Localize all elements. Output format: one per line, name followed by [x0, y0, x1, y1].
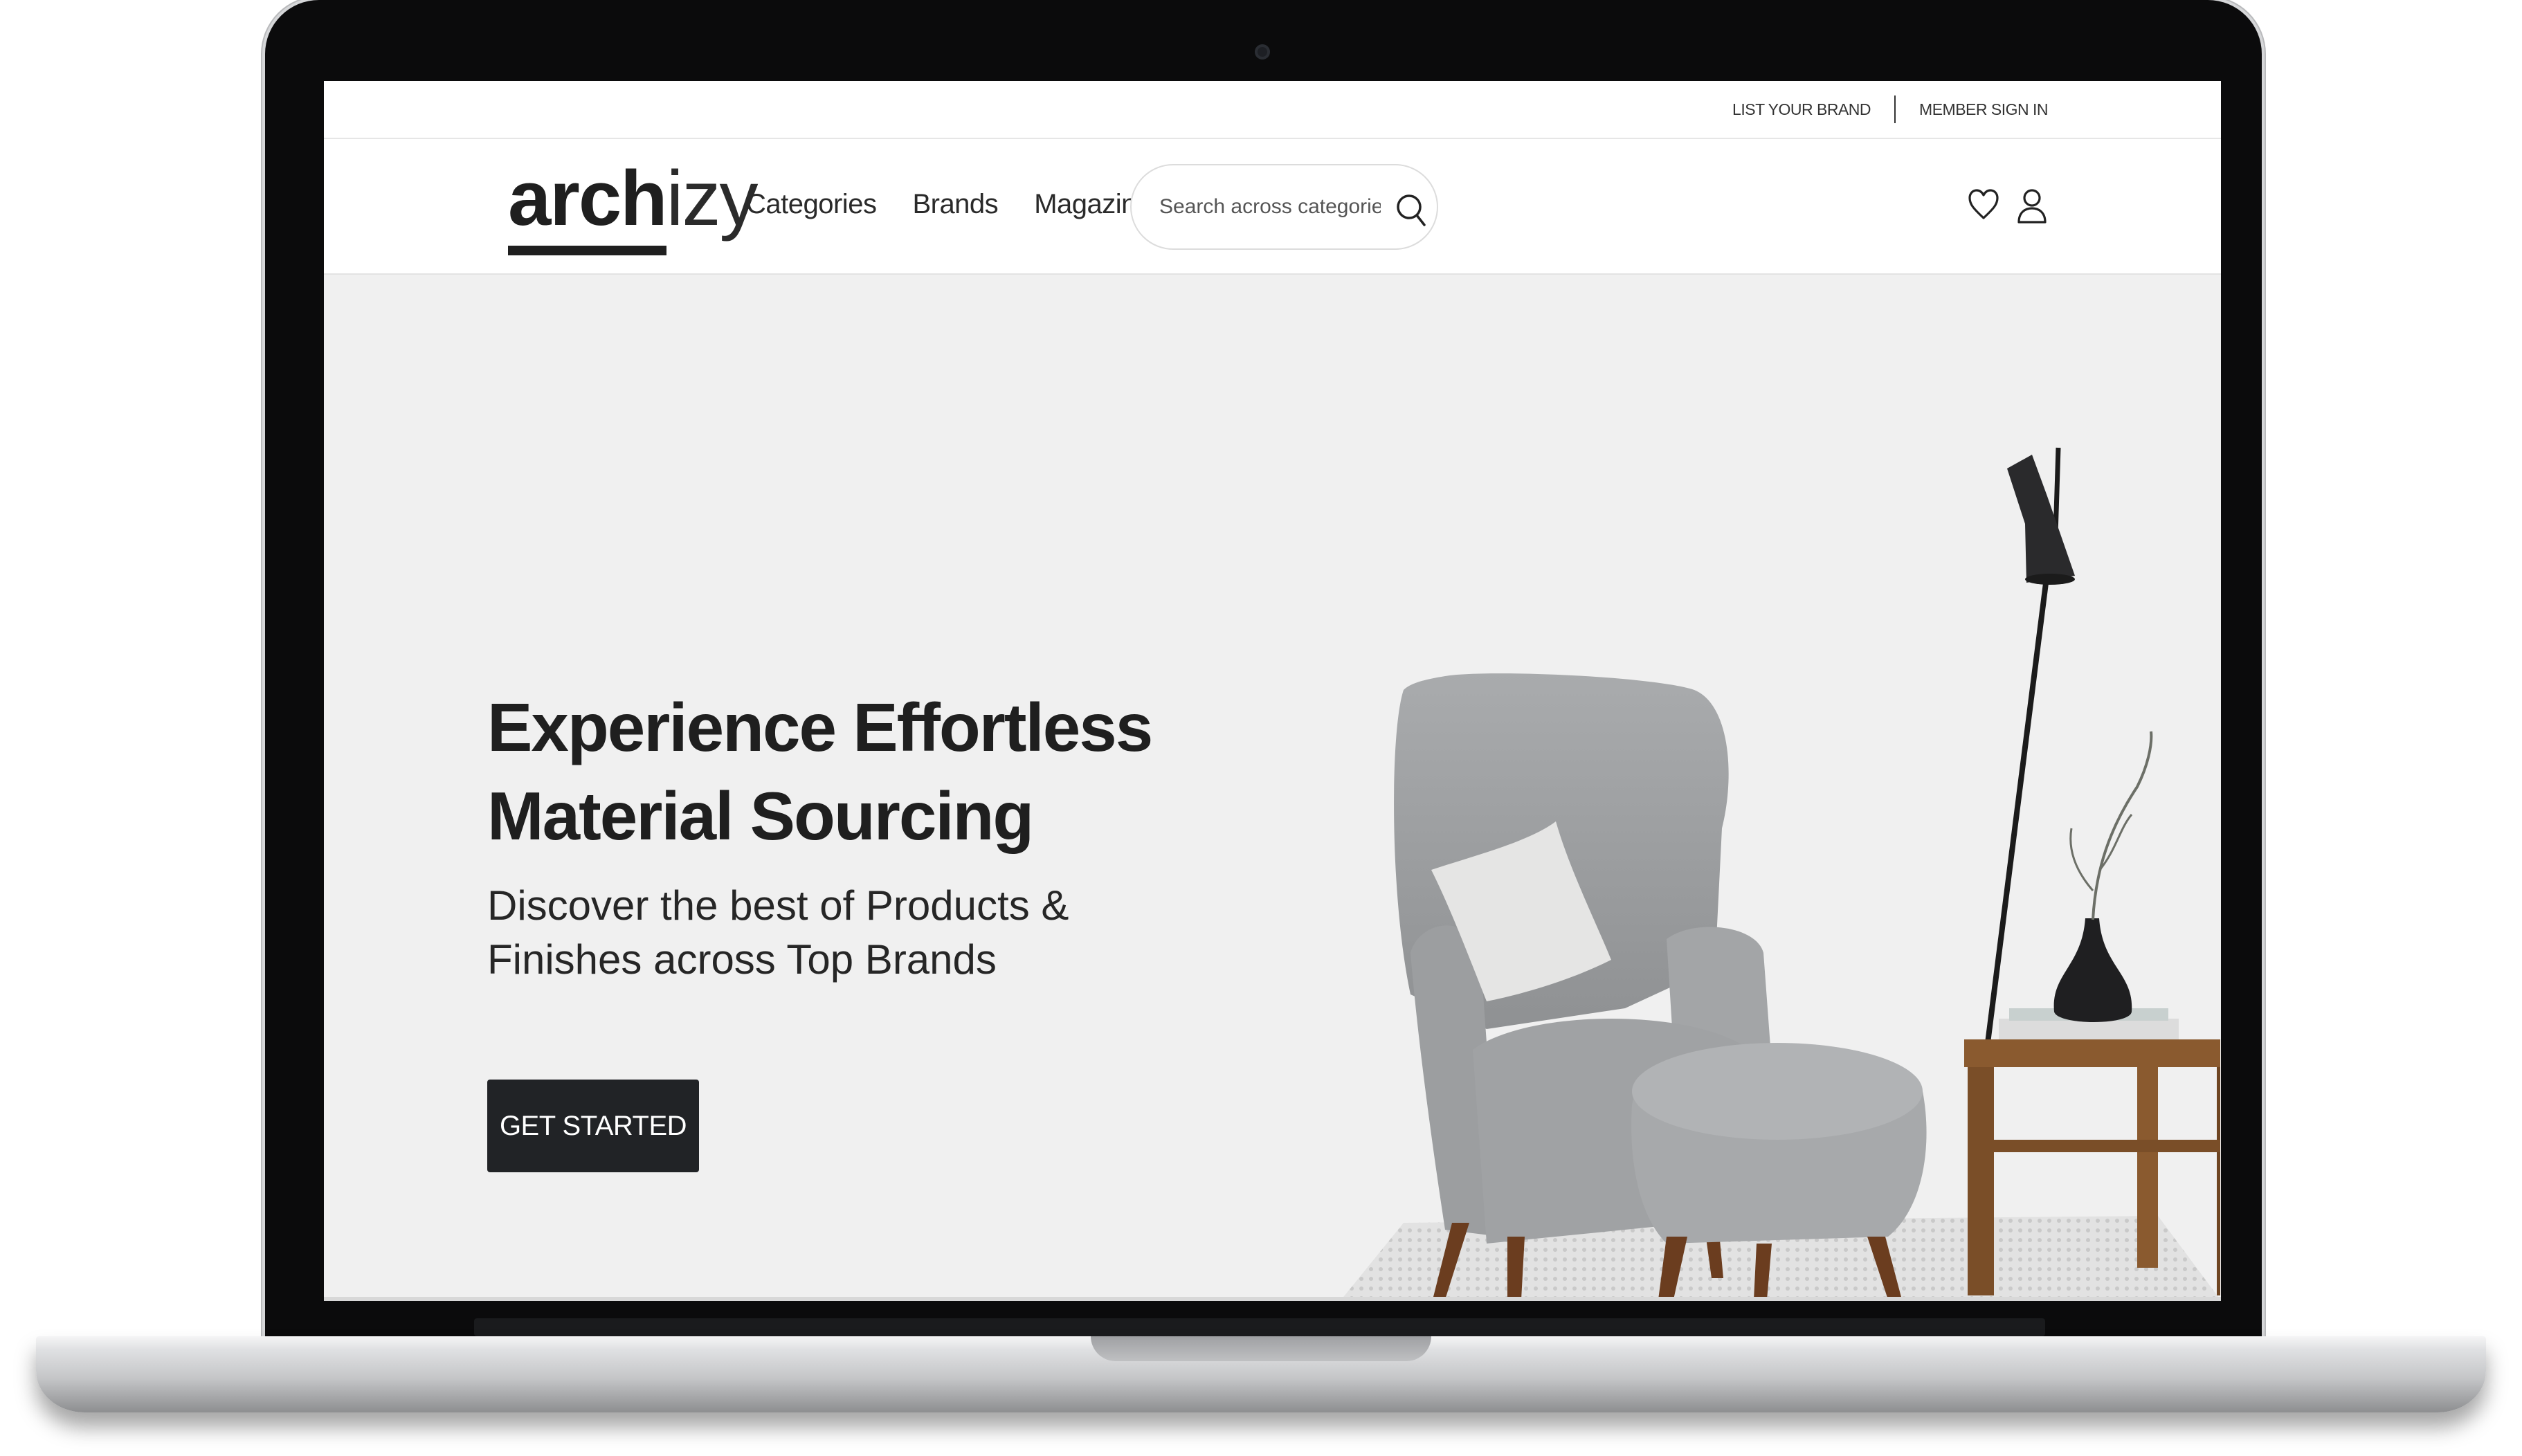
user-icon[interactable] [2016, 188, 2048, 227]
browser-screen: LIST YOUR BRAND MEMBER SIGN IN archizy C… [324, 81, 2221, 1301]
utility-bar: LIST YOUR BRAND MEMBER SIGN IN [324, 81, 2221, 139]
member-sign-in-link[interactable]: MEMBER SIGN IN [1919, 100, 2048, 119]
logo-light-text: izy [666, 155, 759, 242]
header-actions [1968, 188, 2048, 227]
laptop-base-notch [1091, 1336, 1431, 1361]
main-header: archizy Categories Brands Magazine [324, 139, 2221, 275]
search-icon[interactable] [1395, 193, 1427, 231]
hero-title-line-2: Material Sourcing [487, 778, 1034, 854]
webcam [1255, 44, 1270, 60]
screen-bottom-edge [324, 1297, 2221, 1301]
divider [1894, 95, 1896, 123]
laptop-hinge [474, 1318, 2045, 1336]
laptop-base [36, 1336, 2486, 1412]
list-your-brand-link[interactable]: LIST YOUR BRAND [1732, 100, 1871, 119]
hero-title: Experience Effortless Material Sourcing [487, 683, 1153, 860]
armchair-illustration [1341, 447, 2220, 1300]
search-box [1130, 164, 1438, 250]
hero-subtitle: Discover the best of Products & Finishes… [487, 882, 1069, 983]
get-started-button[interactable]: GET STARTED [487, 1080, 699, 1172]
nav-categories[interactable]: Categories [746, 189, 877, 220]
nav-brands[interactable]: Brands [912, 189, 998, 220]
heart-icon[interactable] [1968, 188, 1999, 227]
archizy-logo[interactable]: archizy [508, 160, 758, 257]
hero-title-line-1: Experience Effortless [487, 689, 1153, 765]
logo-bold-text: arch [508, 155, 668, 242]
primary-nav: Categories Brands Magazine [746, 189, 1152, 220]
hero-section: Experience Effortless Material Sourcing … [324, 275, 2221, 1300]
search-input[interactable] [1159, 195, 1381, 219]
